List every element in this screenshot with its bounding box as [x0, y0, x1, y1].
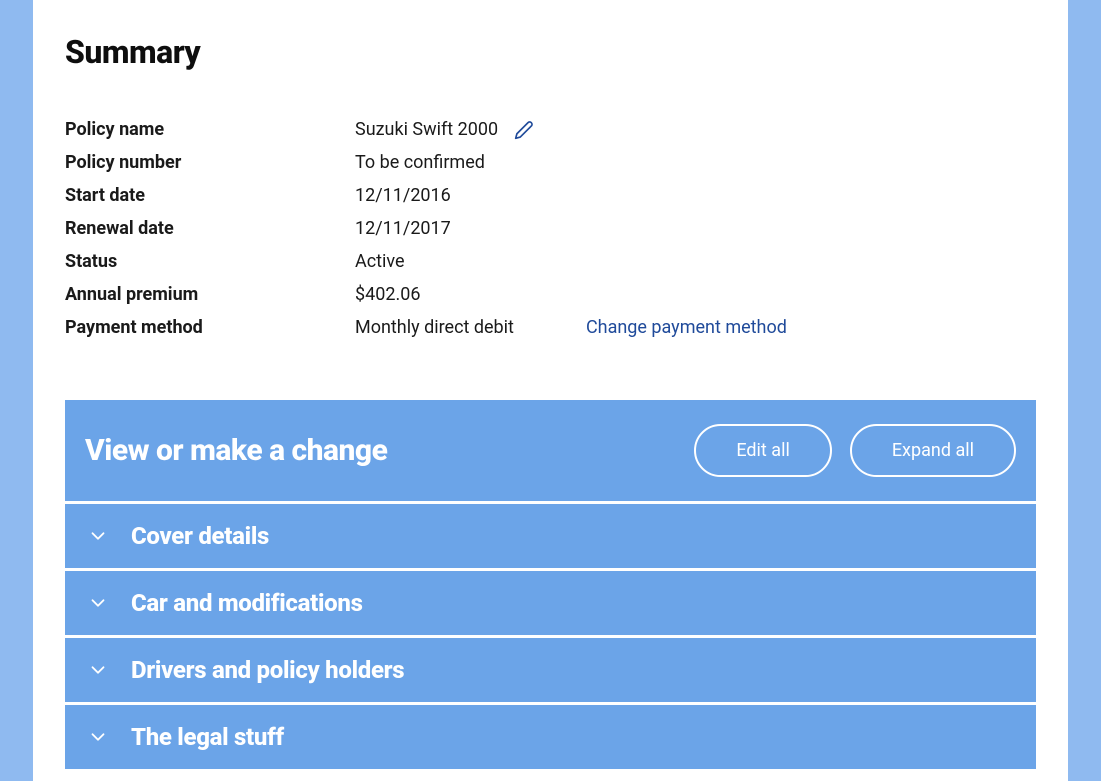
- summary-row-policy-name: Policy name Suzuki Swift 2000: [65, 119, 1036, 140]
- change-actions: Edit all Expand all: [694, 424, 1016, 477]
- summary-grid: Policy name Suzuki Swift 2000 Policy num…: [65, 119, 1036, 338]
- accordion-title: Cover details: [131, 522, 269, 550]
- summary-value: Suzuki Swift 2000: [355, 119, 534, 140]
- pencil-icon[interactable]: [514, 120, 534, 140]
- edit-all-button[interactable]: Edit all: [694, 424, 832, 477]
- payment-method-value: Monthly direct debit: [355, 317, 514, 338]
- summary-value: $402.06: [355, 284, 420, 305]
- change-header: View or make a change Edit all Expand al…: [65, 400, 1036, 501]
- summary-row-start-date: Start date 12/11/2016: [65, 185, 1036, 206]
- summary-value: 12/11/2016: [355, 185, 451, 206]
- summary-row-payment-method: Payment method Monthly direct debit Chan…: [65, 317, 1036, 338]
- expand-all-button[interactable]: Expand all: [850, 424, 1016, 477]
- chevron-down-icon: [87, 659, 109, 681]
- change-title: View or make a change: [85, 433, 387, 468]
- summary-title: Summary: [65, 0, 1036, 71]
- summary-label: Status: [65, 251, 355, 272]
- accordion-title: Drivers and policy holders: [131, 656, 404, 684]
- accordion-title: Car and modifications: [131, 589, 363, 617]
- summary-value: 12/11/2017: [355, 218, 451, 239]
- summary-label: Policy name: [65, 119, 355, 140]
- summary-label: Policy number: [65, 152, 355, 173]
- chevron-down-icon: [87, 525, 109, 547]
- change-payment-method-link[interactable]: Change payment method: [586, 317, 787, 338]
- summary-label: Annual premium: [65, 284, 355, 305]
- summary-row-renewal-date: Renewal date 12/11/2017: [65, 218, 1036, 239]
- accordion-title: The legal stuff: [131, 723, 284, 751]
- summary-label: Payment method: [65, 317, 355, 338]
- accordion-item-drivers-policy-holders[interactable]: Drivers and policy holders: [65, 638, 1036, 702]
- summary-value: To be confirmed: [355, 152, 485, 173]
- summary-value: Monthly direct debit Change payment meth…: [355, 317, 787, 338]
- accordion-item-car-modifications[interactable]: Car and modifications: [65, 571, 1036, 635]
- page-container: Summary Policy name Suzuki Swift 2000 Po…: [33, 0, 1068, 781]
- accordion-item-cover-details[interactable]: Cover details: [65, 504, 1036, 568]
- chevron-down-icon: [87, 726, 109, 748]
- chevron-down-icon: [87, 592, 109, 614]
- summary-value: Active: [355, 251, 405, 272]
- accordion-item-legal-stuff[interactable]: The legal stuff: [65, 705, 1036, 769]
- summary-row-status: Status Active: [65, 251, 1036, 272]
- summary-label: Renewal date: [65, 218, 355, 239]
- summary-row-annual-premium: Annual premium $402.06: [65, 284, 1036, 305]
- summary-row-policy-number: Policy number To be confirmed: [65, 152, 1036, 173]
- accordion-area: View or make a change Edit all Expand al…: [65, 400, 1036, 769]
- policy-name-value: Suzuki Swift 2000: [355, 119, 498, 140]
- summary-label: Start date: [65, 185, 355, 206]
